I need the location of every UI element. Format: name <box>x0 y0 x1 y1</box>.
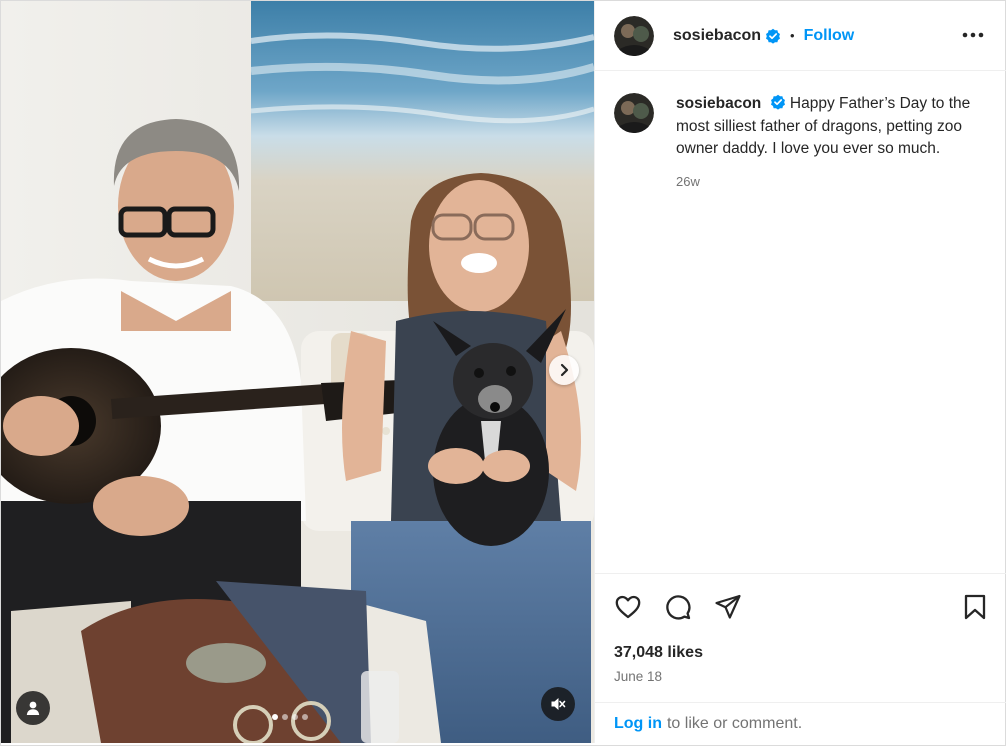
carousel-dot <box>302 714 308 720</box>
carousel-dot <box>282 714 288 720</box>
author-username[interactable]: sosiebacon <box>673 27 761 45</box>
like-count[interactable]: 37,048 likes <box>614 644 703 662</box>
next-slide-button[interactable] <box>549 355 579 385</box>
save-button[interactable] <box>959 591 991 623</box>
avatar-image <box>614 15 654 56</box>
post-date: June 18 <box>614 669 663 684</box>
author-avatar[interactable] <box>614 15 654 56</box>
muted-speaker-icon <box>551 698 566 710</box>
more-options-button[interactable] <box>961 23 985 47</box>
share-button[interactable] <box>712 591 744 623</box>
paper-plane-icon <box>715 594 741 619</box>
post-details-panel: sosiebacon • Follow sosiebacon Happy Fat… <box>594 1 1006 743</box>
caption-timestamp[interactable]: 26w <box>676 171 981 194</box>
chevron-right-icon <box>560 363 569 377</box>
carousel-indicator <box>272 714 308 720</box>
post-actions-section: 37,048 likes June 18 Log in to like or c… <box>595 573 1006 743</box>
carousel-dot <box>292 714 298 720</box>
instagram-post: sosiebacon • Follow sosiebacon Happy Fat… <box>0 0 1006 746</box>
post-header: sosiebacon • Follow <box>595 1 1006 71</box>
more-options-icon <box>962 32 984 38</box>
bookmark-icon <box>964 594 986 620</box>
comment-button[interactable] <box>662 591 694 623</box>
login-prompt: Log in to like or comment. <box>595 702 1006 744</box>
avatar-image <box>614 93 654 133</box>
like-button[interactable] <box>612 591 644 623</box>
caption-avatar[interactable] <box>614 93 654 133</box>
comment-icon <box>666 595 691 620</box>
post-caption: sosiebacon Happy Father’s Day to the mos… <box>614 93 994 193</box>
login-link[interactable]: Log in <box>614 715 662 733</box>
follow-button[interactable]: Follow <box>804 27 855 45</box>
caption-username[interactable]: sosiebacon <box>676 95 761 112</box>
carousel-dot <box>272 714 278 720</box>
post-photo <box>1 1 594 743</box>
separator-dot: • <box>790 28 795 43</box>
caption-content: sosiebacon Happy Father’s Day to the mos… <box>676 93 981 193</box>
tagged-users-button[interactable] <box>16 691 50 725</box>
user-tag-icon <box>26 701 40 715</box>
post-media[interactable] <box>1 1 594 743</box>
login-prompt-text: to like or comment. <box>666 714 803 732</box>
verified-badge-icon <box>770 94 785 110</box>
author-info: sosiebacon • Follow <box>673 27 854 45</box>
audio-toggle-button[interactable] <box>541 687 575 721</box>
heart-icon <box>615 595 641 619</box>
verified-badge-icon <box>766 28 781 44</box>
